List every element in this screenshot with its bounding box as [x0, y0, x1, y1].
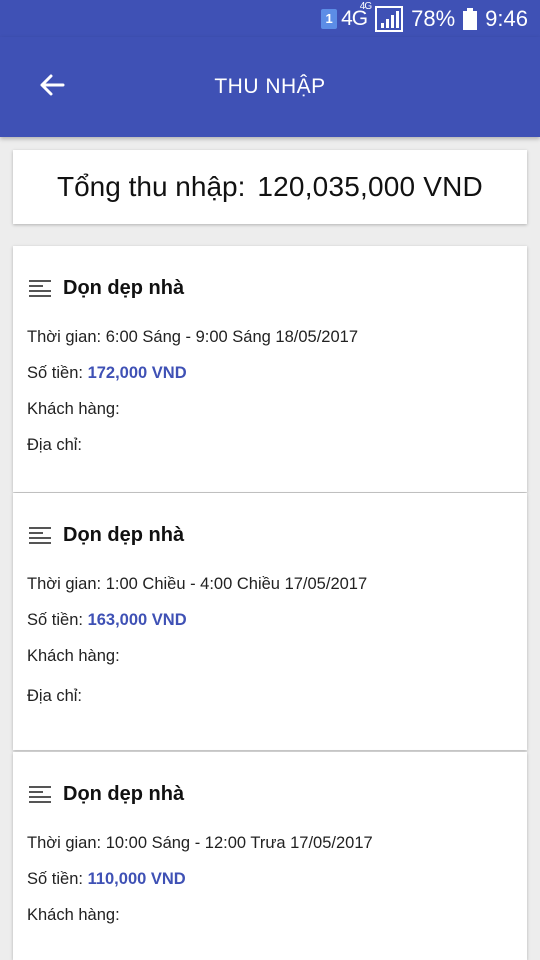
job-title-row: Dọn dẹp nhà [29, 277, 184, 300]
job-time: Thời gian: 6:00 Sáng - 9:00 Sáng 18/05/2… [27, 328, 358, 347]
job-title: Dọn dẹp nhà [63, 277, 185, 299]
battery-percent: 78% [411, 5, 456, 31]
sim-badge: 1 [321, 8, 338, 29]
job-time-label: Thời gian: [27, 575, 102, 593]
job-title: Dọn dẹp nhà [63, 524, 185, 546]
job-card[interactable]: Dọn dẹp nhà Thời gian: 10:00 Sáng - 12:0… [13, 752, 527, 960]
job-title-row: Dọn dẹp nhà [29, 783, 184, 806]
list-icon [29, 785, 51, 803]
job-amount: Số tiền: 172,000 VND [27, 364, 187, 383]
job-card[interactable]: Dọn dẹp nhà Thời gian: 6:00 Sáng - 9:00 … [13, 246, 527, 492]
job-address-label: Địa chỉ: [27, 436, 83, 454]
job-amount-label: Số tiền: [27, 870, 83, 888]
job-amount-value: 163,000 VND [87, 611, 187, 629]
job-amount-value: 110,000 VND [87, 870, 186, 888]
signal-icon [375, 5, 404, 32]
job-time-value: 1:00 Chiều - 4:00 Chiều 17/05/2017 [105, 575, 368, 593]
list-icon [29, 279, 51, 297]
job-time-value: 10:00 Sáng - 12:00 Trưa 17/05/2017 [105, 834, 373, 852]
job-customer-label: Khách hàng: [27, 906, 120, 924]
job-amount-label: Số tiền: [27, 364, 83, 382]
app-bar: THU NHẬP [0, 37, 540, 137]
job-card[interactable]: Dọn dẹp nhà Thời gian: 1:00 Chiều - 4:00… [13, 493, 527, 750]
job-time: Thời gian: 1:00 Chiều - 4:00 Chiều 17/05… [27, 575, 367, 594]
job-time: Thời gian: 10:00 Sáng - 12:00 Trưa 17/05… [27, 834, 373, 853]
job-address-label: Địa chỉ: [27, 687, 83, 705]
job-time-label: Thời gian: [27, 834, 102, 852]
job-amount: Số tiền: 110,000 VND [27, 870, 186, 889]
network-indicator: 4G 4G [341, 1, 372, 31]
network-sup: 4G [359, 0, 372, 12]
total-income-value: 120,035,000 VND [257, 171, 483, 202]
job-amount-value: 172,000 VND [87, 364, 187, 382]
job-customer-label: Khách hàng: [27, 647, 120, 665]
job-customer-label: Khách hàng: [27, 400, 120, 418]
job-time-value: 6:00 Sáng - 9:00 Sáng 18/05/2017 [105, 328, 358, 346]
page-title: THU NHẬP [214, 75, 326, 98]
total-income-card: Tổng thu nhập: 120,035,000 VND [13, 150, 527, 224]
job-title: Dọn dẹp nhà [63, 783, 185, 805]
total-income-label: Tổng thu nhập: [57, 171, 246, 202]
clock: 9:46 [485, 5, 528, 31]
list-icon [29, 526, 51, 544]
status-bar: 1 4G 4G 78% 9:46 [0, 0, 540, 37]
job-title-row: Dọn dẹp nhà [29, 524, 184, 547]
job-amount-label: Số tiền: [27, 611, 83, 629]
job-amount: Số tiền: 163,000 VND [27, 611, 187, 630]
battery-icon [463, 7, 478, 30]
job-time-label: Thời gian: [27, 328, 102, 346]
